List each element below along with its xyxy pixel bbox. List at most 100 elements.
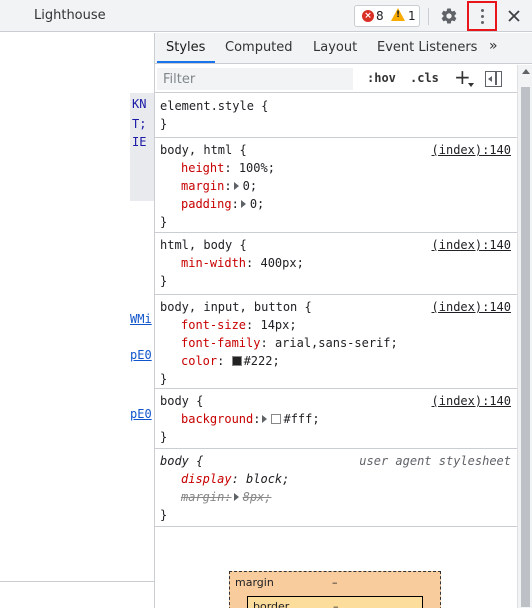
- style-property[interactable]: color: #222;: [181, 354, 280, 368]
- style-rule-user-agent: body { user agent stylesheet display: bl…: [155, 449, 517, 527]
- box-model-border[interactable]: border –: [247, 596, 423, 608]
- devtools-toolbar: Lighthouse × 8 ! 1: [0, 0, 532, 32]
- more-tabs-button[interactable]: »: [489, 38, 498, 54]
- property-value: 14px;: [260, 318, 297, 332]
- property-value: 100%;: [238, 161, 275, 175]
- tab-computed[interactable]: Computed: [225, 40, 293, 55]
- rule-selector[interactable]: body, html {: [160, 143, 247, 157]
- error-icon: ×: [362, 10, 374, 22]
- code-fragment: T;: [132, 117, 147, 131]
- box-model-value[interactable]: –: [333, 600, 339, 608]
- new-rule-dropdown-icon[interactable]: [468, 83, 474, 87]
- property-name: height: [181, 161, 225, 175]
- rule-selector[interactable]: html, body {: [160, 238, 247, 252]
- active-tab-indicator: [157, 61, 215, 63]
- scrollbar-thumb[interactable]: [521, 87, 530, 607]
- style-property[interactable]: font-size: 14px;: [181, 318, 297, 332]
- style-rule: body, html { (index):140 height: 100%; m…: [155, 138, 517, 233]
- property-value: arial,sans-serif;: [274, 336, 398, 350]
- tab-lighthouse[interactable]: Lighthouse: [34, 8, 106, 23]
- rule-source-link[interactable]: (index):140: [432, 394, 511, 408]
- property-value: 400px;: [260, 256, 304, 270]
- source-link[interactable]: WMi: [130, 312, 152, 326]
- tab-styles[interactable]: Styles: [166, 40, 205, 55]
- property-value: block;: [246, 472, 290, 486]
- issues-counter[interactable]: × 8 ! 1: [354, 5, 420, 27]
- elements-tree: KN T; IE WMi pE0 pE0: [0, 33, 154, 608]
- style-property[interactable]: font-family: arial,sans-serif;: [181, 336, 398, 350]
- rule-source-link[interactable]: (index):140: [432, 300, 511, 314]
- box-model-label: border: [253, 600, 290, 608]
- source-link[interactable]: pE0: [130, 348, 152, 362]
- rule-selector[interactable]: element.style {: [160, 99, 268, 113]
- property-value: 8px;: [242, 490, 272, 504]
- property-value: 0;: [249, 197, 265, 211]
- style-property[interactable]: height: 100%;: [181, 161, 275, 175]
- styles-scrollbar[interactable]: [517, 65, 532, 608]
- property-name: font-size: [181, 318, 247, 332]
- rule-selector: body {: [160, 454, 204, 468]
- property-name: display: [181, 472, 232, 486]
- style-property[interactable]: background: #fff;: [181, 412, 320, 426]
- expand-triangle-icon[interactable]: [240, 200, 246, 208]
- rule-close: }: [160, 372, 168, 386]
- color-swatch[interactable]: [231, 356, 242, 366]
- expand-triangle-icon[interactable]: [262, 415, 268, 423]
- sidebar-tabs: Styles Computed Layout Event Listeners »: [155, 33, 532, 64]
- expand-triangle-icon[interactable]: [233, 182, 239, 190]
- tab-layout[interactable]: Layout: [313, 40, 357, 55]
- style-property[interactable]: padding: 0;: [181, 197, 264, 211]
- divider: [0, 581, 154, 582]
- gear-icon[interactable]: [440, 7, 458, 25]
- expand-triangle-icon: [233, 493, 239, 501]
- error-count: 8: [376, 9, 384, 23]
- property-name: margin: [181, 179, 225, 193]
- rule-close: }: [160, 274, 168, 288]
- warning-count: 1: [408, 9, 416, 23]
- rule-close: }: [160, 215, 168, 229]
- property-name: padding: [181, 197, 232, 211]
- style-rule: body { (index):140 background: #fff; }: [155, 389, 517, 449]
- rule-selector[interactable]: body {: [160, 394, 203, 408]
- property-value: 0;: [242, 179, 258, 193]
- property-value: #222;: [243, 354, 280, 368]
- property-name: color: [181, 354, 218, 368]
- box-model-label: margin: [235, 576, 274, 589]
- tab-event-listeners[interactable]: Event Listeners: [377, 40, 477, 55]
- property-name: background: [181, 412, 254, 426]
- style-property[interactable]: margin: 0;: [181, 179, 257, 193]
- toggle-sidebar-icon[interactable]: [485, 71, 502, 87]
- rule-source-label: user agent stylesheet: [359, 454, 511, 468]
- styles-toolbar: :hov .cls +: [155, 65, 517, 93]
- rule-close: }: [160, 117, 168, 131]
- toolbar-divider: [428, 8, 429, 25]
- filter-input[interactable]: [157, 68, 353, 90]
- box-model-margin[interactable]: margin – border –: [229, 571, 441, 608]
- hov-button[interactable]: :hov: [367, 71, 396, 85]
- box-model-value[interactable]: –: [332, 576, 338, 589]
- rule-close: }: [160, 508, 168, 522]
- color-swatch[interactable]: [271, 414, 282, 424]
- rule-close: }: [160, 430, 168, 444]
- property-name: min-width: [181, 256, 247, 270]
- property-name: margin: [181, 490, 225, 504]
- style-rule: html, body { (index):140 min-width: 400p…: [155, 233, 517, 295]
- style-property-overridden: margin: 8px;: [181, 490, 272, 504]
- style-property[interactable]: min-width: 400px;: [181, 256, 304, 270]
- property-value: #fff;: [283, 412, 320, 426]
- close-icon[interactable]: [506, 8, 522, 24]
- style-rule-element-style: element.style { }: [155, 94, 517, 138]
- code-fragment: IE: [132, 135, 147, 149]
- rule-selector[interactable]: body, input, button {: [160, 300, 312, 314]
- scroll-up-icon[interactable]: [522, 69, 530, 74]
- kebab-menu-icon[interactable]: [467, 1, 497, 31]
- property-name: font-family: [181, 336, 261, 350]
- warning-icon: !: [391, 8, 405, 21]
- styles-pane: element.style { } body, html { (index):1…: [155, 94, 517, 608]
- source-link[interactable]: pE0: [130, 407, 152, 421]
- style-property: display: block;: [181, 472, 290, 486]
- cls-button[interactable]: .cls: [410, 71, 439, 85]
- code-fragment: KN: [132, 97, 147, 111]
- rule-source-link[interactable]: (index):140: [432, 238, 511, 252]
- rule-source-link[interactable]: (index):140: [432, 143, 511, 157]
